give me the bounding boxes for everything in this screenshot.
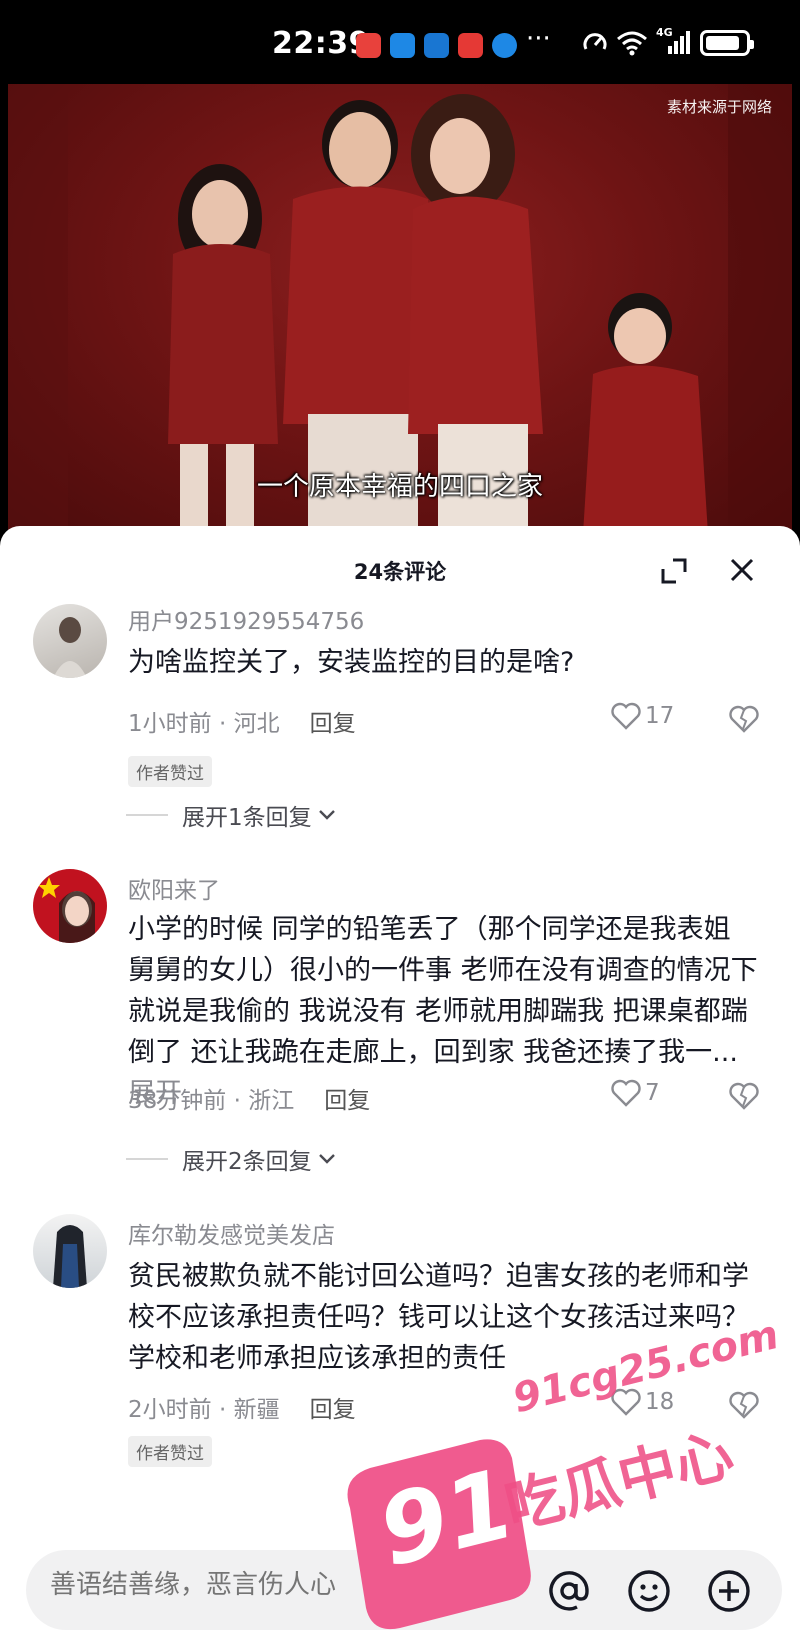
emoji-icon[interactable] bbox=[626, 1568, 672, 1614]
expand-replies-label: 展开2条回复 bbox=[182, 1149, 312, 1175]
like-count: 17 bbox=[645, 703, 675, 729]
like-count: 18 bbox=[645, 1389, 675, 1415]
avatar[interactable] bbox=[33, 1214, 107, 1288]
status-bar: 22:39 ··· 4G bbox=[0, 0, 800, 84]
avatar[interactable] bbox=[33, 604, 107, 678]
comment-meta: 38分钟前 · 浙江 回复 bbox=[128, 1081, 370, 1115]
dislike-icon[interactable] bbox=[729, 1081, 759, 1111]
message-app-icon bbox=[390, 33, 415, 58]
reply-button[interactable]: 回复 bbox=[310, 711, 356, 737]
wifi-icon bbox=[617, 31, 647, 56]
comments-header: 24条评论 bbox=[0, 526, 800, 604]
comment-username[interactable]: 用户9251929554756 bbox=[128, 602, 364, 636]
notification-icons bbox=[356, 33, 517, 58]
comment-time-location: 38分钟前 · 浙江 bbox=[128, 1088, 295, 1114]
expand-replies-button[interactable]: 展开2条回复 bbox=[126, 1142, 338, 1176]
comments-sheet: 24条评论 用户9251929554756 为啥监控关了，安装监控的目的是啥? … bbox=[0, 526, 800, 1649]
app-notification-icon bbox=[356, 33, 381, 58]
news-app-icon bbox=[458, 33, 483, 58]
video-subtitle: 一个原本幸福的四口之家 bbox=[256, 472, 543, 502]
cellular-signal-icon: 4G bbox=[656, 26, 692, 56]
mention-icon[interactable] bbox=[546, 1568, 592, 1614]
system-icons: 4G bbox=[582, 26, 754, 56]
like-button[interactable]: 18 bbox=[611, 1388, 674, 1416]
dislike-icon[interactable] bbox=[729, 1390, 759, 1420]
comment-time-location: 2小时前 · 新疆 bbox=[128, 1397, 280, 1423]
battery-icon bbox=[700, 30, 754, 56]
author-liked-badge: 作者赞过 bbox=[128, 756, 212, 787]
comment-input-bar bbox=[26, 1550, 782, 1630]
comment-meta: 1小时前 · 河北 回复 bbox=[128, 704, 356, 738]
fullscreen-expand-icon[interactable] bbox=[660, 557, 688, 585]
expand-replies-label: 展开1条回复 bbox=[182, 805, 312, 831]
chevron-down-icon bbox=[318, 1154, 335, 1164]
chevron-down-icon bbox=[318, 810, 335, 820]
comment-item: 库尔勒发感觉美发店 贫民被欺负就不能讨回公道吗？迫害女孩的老师和学校不应该承担责… bbox=[0, 1214, 800, 1474]
comment-text[interactable]: 贫民被欺负就不能讨回公道吗？迫害女孩的老师和学校不应该承担责任吗？钱可以让这个女… bbox=[128, 1256, 758, 1379]
comment-username[interactable]: 欧阳来了 bbox=[128, 871, 220, 905]
heart-icon bbox=[611, 702, 641, 730]
browser-app-icon bbox=[492, 33, 517, 58]
add-icon[interactable] bbox=[706, 1568, 752, 1614]
comment-username[interactable]: 库尔勒发感觉美发店 bbox=[128, 1216, 335, 1250]
reply-button[interactable]: 回复 bbox=[310, 1397, 356, 1423]
heart-icon bbox=[611, 1388, 641, 1416]
comment-text-body: 小学的时候 同学的铅笔丢了（那个同学还是我表姐 舅舅的女儿）很小的一件事 老师在… bbox=[128, 914, 758, 1068]
comment-input[interactable] bbox=[50, 1570, 530, 1600]
reply-button[interactable]: 回复 bbox=[324, 1088, 370, 1114]
avatar[interactable] bbox=[33, 869, 107, 943]
video-frame: 素材来源于网络 一个原本幸福的四口之家 bbox=[8, 84, 792, 534]
like-count: 7 bbox=[645, 1080, 660, 1106]
more-notifications-icon: ··· bbox=[526, 24, 551, 54]
heart-icon bbox=[611, 1079, 641, 1107]
expand-replies-button[interactable]: 展开1条回复 bbox=[126, 798, 338, 832]
comment-item: 欧阳来了 小学的时候 同学的铅笔丢了（那个同学还是我表姐 舅舅的女儿）很小的一件… bbox=[0, 869, 800, 1161]
comment-time-location: 1小时前 · 河北 bbox=[128, 711, 280, 737]
like-button[interactable]: 7 bbox=[611, 1079, 660, 1107]
source-watermark: 素材来源于网络 bbox=[666, 98, 772, 116]
comment-item: 用户9251929554756 为啥监控关了，安装监控的目的是啥? 1小时前 ·… bbox=[0, 604, 800, 804]
close-icon[interactable] bbox=[728, 556, 756, 584]
shield-app-icon bbox=[424, 33, 449, 58]
dislike-icon[interactable] bbox=[729, 704, 759, 734]
comment-meta: 2小时前 · 新疆 回复 bbox=[128, 1390, 356, 1424]
comment-text[interactable]: 为啥监控关了，安装监控的目的是啥? bbox=[128, 642, 758, 683]
author-liked-badge: 作者赞过 bbox=[128, 1436, 212, 1467]
speed-icon bbox=[583, 33, 607, 50]
like-button[interactable]: 17 bbox=[611, 702, 674, 730]
video-player[interactable]: 素材来源于网络 一个原本幸福的四口之家 bbox=[0, 84, 800, 534]
